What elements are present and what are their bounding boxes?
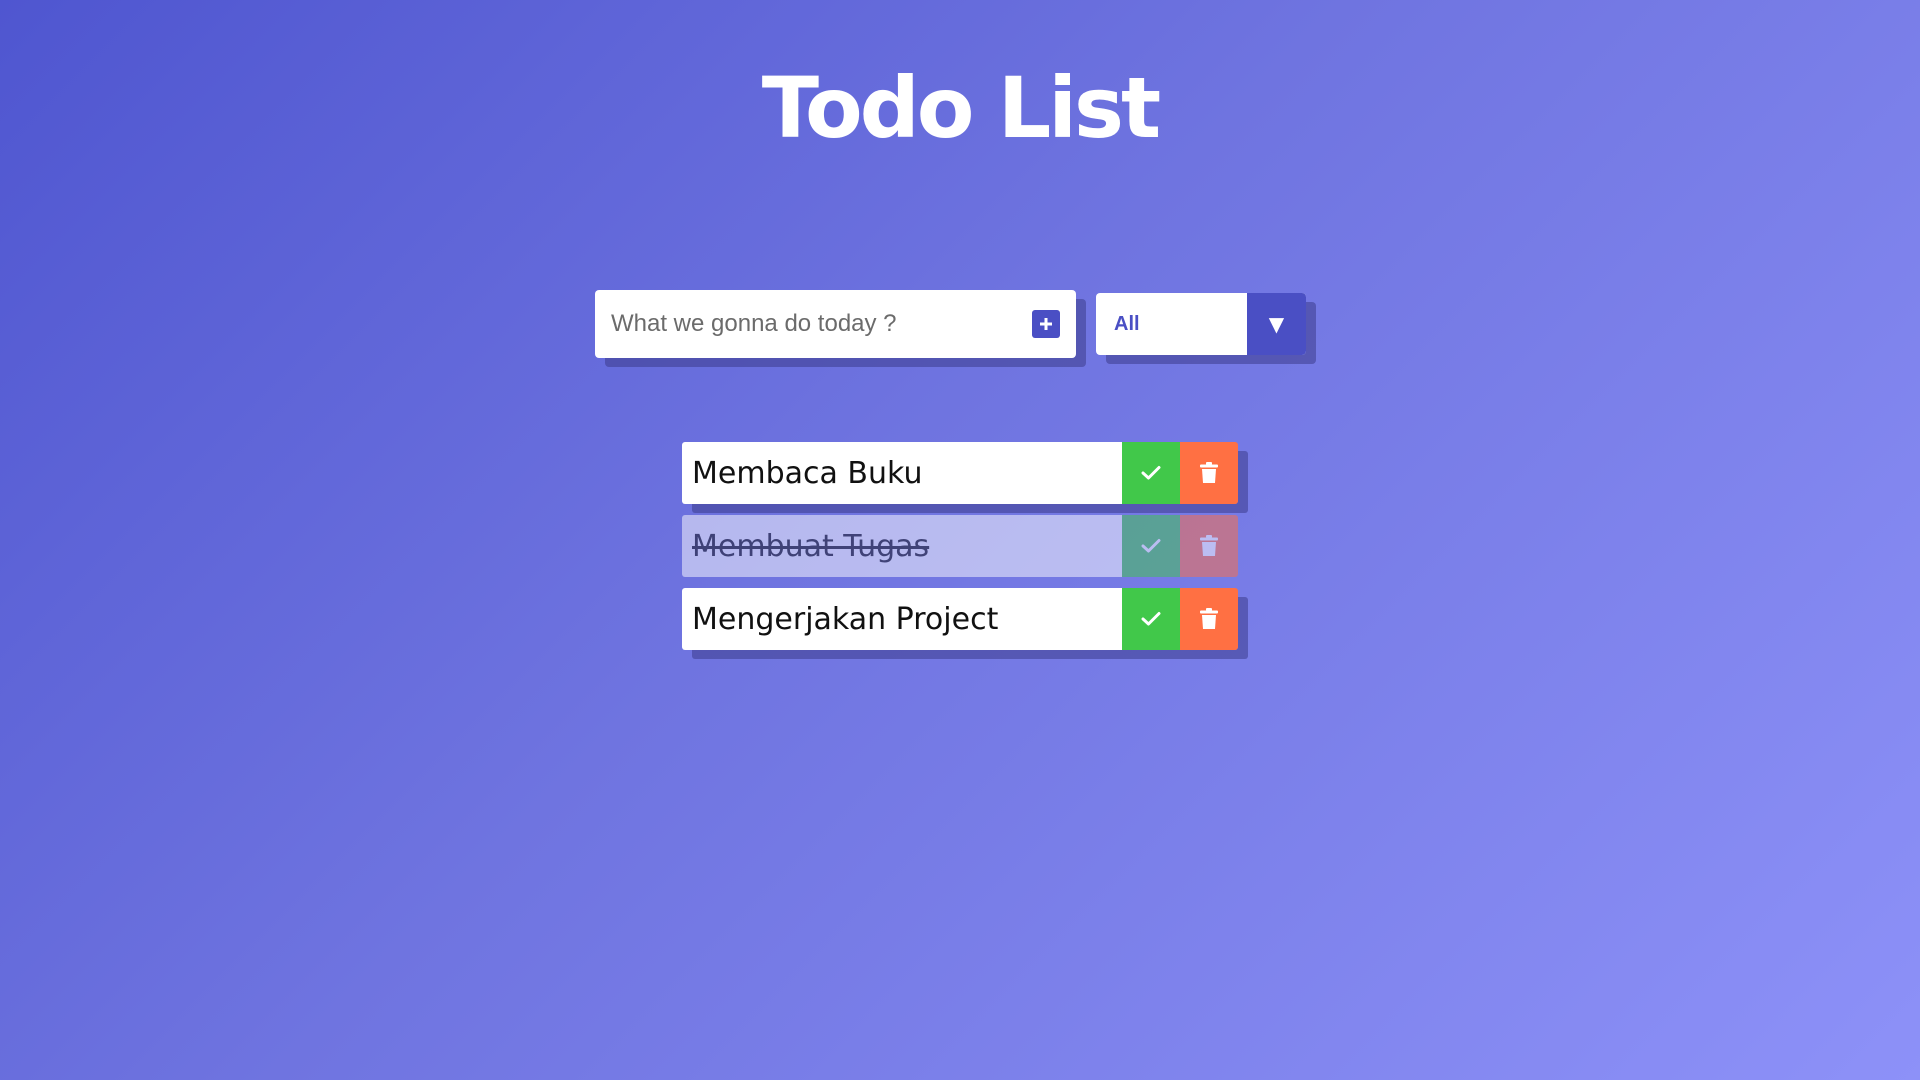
todo-form — [595, 290, 1076, 358]
filter-selected-value: All — [1114, 312, 1140, 335]
trash-icon — [1200, 535, 1218, 556]
todo-list: Membaca Buku Membuat Tugas Mengerjakan P… — [682, 442, 1238, 661]
complete-button[interactable] — [1122, 588, 1180, 650]
trash-icon — [1200, 462, 1218, 483]
complete-button[interactable] — [1122, 442, 1180, 504]
complete-button[interactable] — [1122, 515, 1180, 577]
delete-button[interactable] — [1180, 442, 1238, 504]
todo-input[interactable] — [595, 290, 1032, 358]
add-todo-button[interactable] — [1032, 310, 1060, 338]
caret-down-icon: ▼ — [1247, 293, 1306, 355]
page-title: Todo List — [761, 59, 1161, 157]
plus-square-icon — [1040, 318, 1052, 330]
todo-item: Mengerjakan Project — [682, 588, 1238, 650]
filter-select[interactable]: All ▼ — [1096, 293, 1306, 355]
todo-item: Membaca Buku — [682, 442, 1238, 504]
todo-text: Membaca Buku — [682, 442, 1122, 504]
check-icon — [1141, 466, 1161, 480]
delete-button[interactable] — [1180, 588, 1238, 650]
trash-icon — [1200, 608, 1218, 629]
check-icon — [1141, 612, 1161, 626]
delete-button[interactable] — [1180, 515, 1238, 577]
todo-text: Mengerjakan Project — [682, 588, 1122, 650]
todo-text: Membuat Tugas — [682, 515, 1122, 577]
todo-item-completed: Membuat Tugas — [682, 515, 1238, 577]
check-icon — [1141, 539, 1161, 553]
